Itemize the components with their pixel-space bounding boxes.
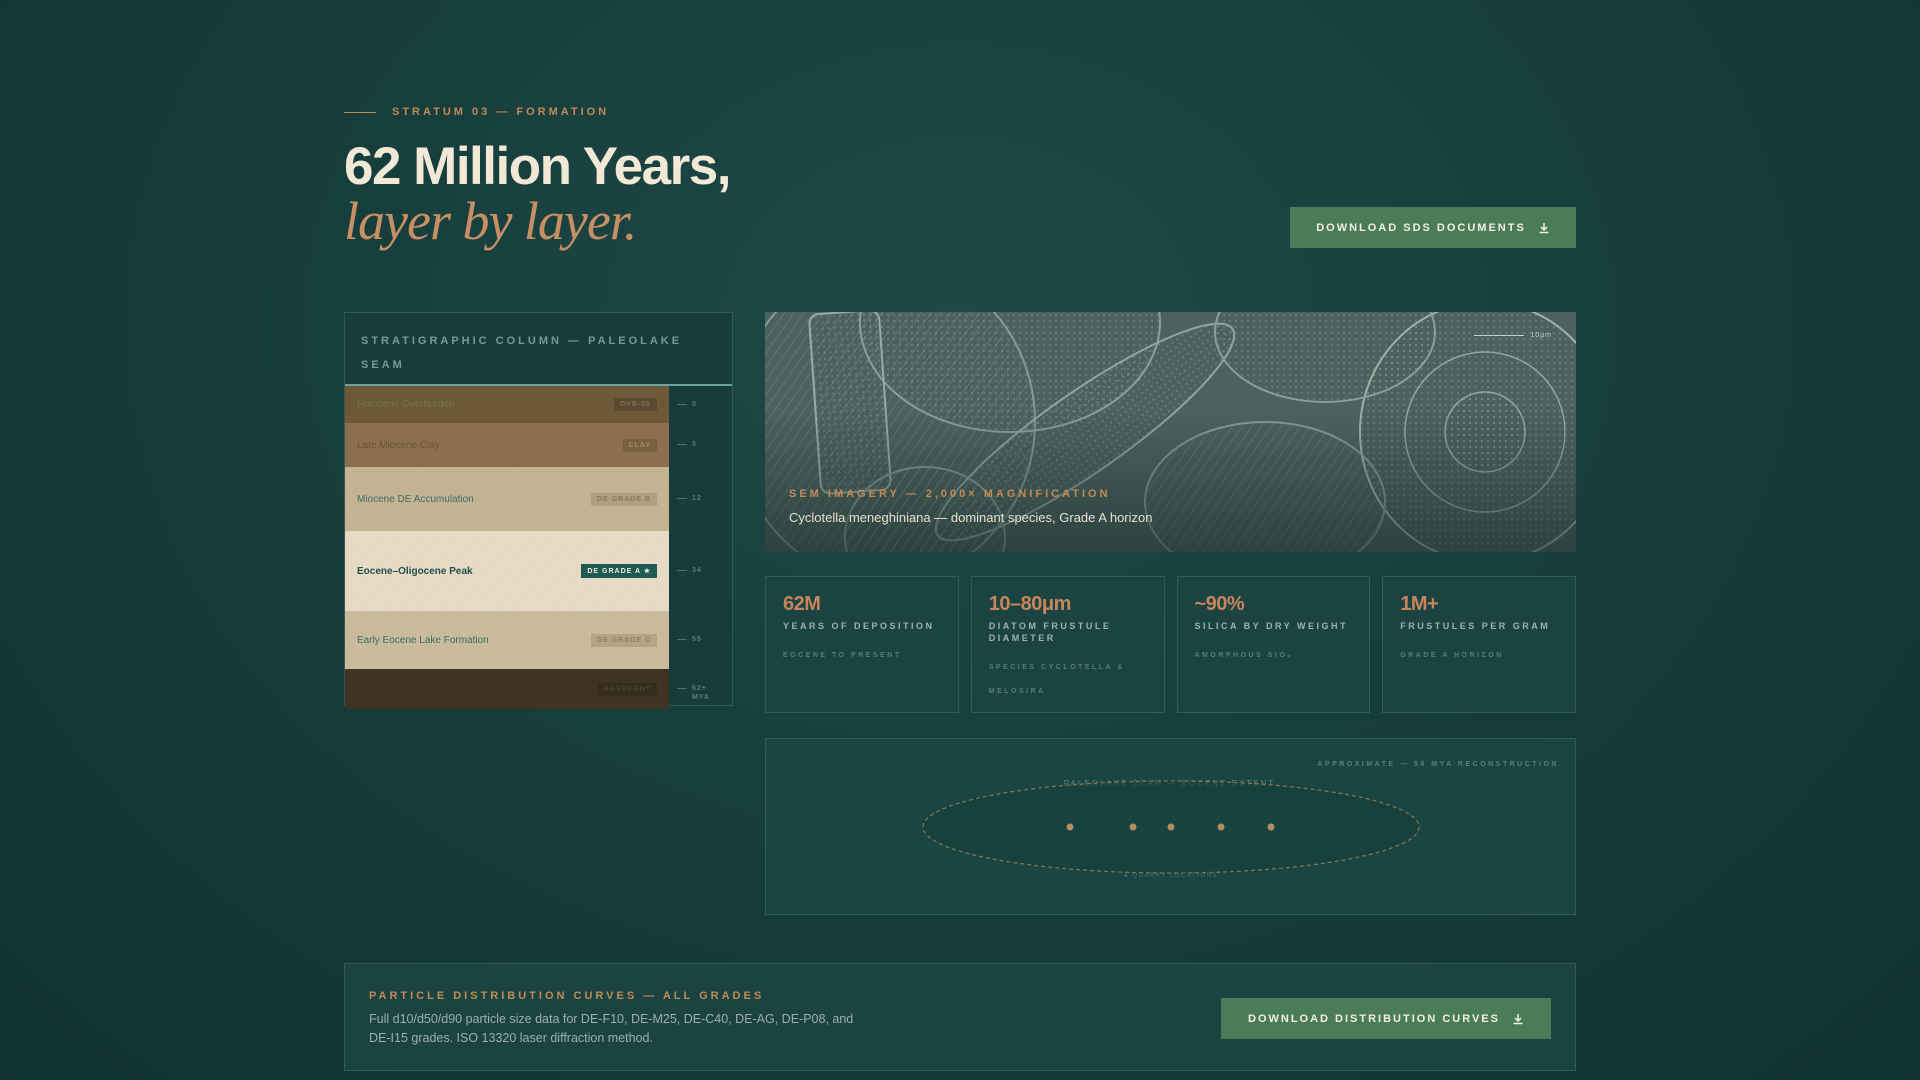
sem-image: 10μm SEM IMAGERY — 2,000× MAGNIFICATION … (765, 312, 1576, 552)
strat-layer-name: Eocene–Oligocene Peak (357, 565, 473, 577)
strat-layer-name: Early Eocene Lake Formation (357, 634, 489, 646)
page: STRATUM 03 — FORMATION 62 Million Years,… (344, 0, 1576, 1080)
eyebrow-rule (344, 111, 376, 113)
stat-value: 1M+ (1400, 593, 1439, 615)
strat-layer-tag: OVB-00 (613, 398, 657, 411)
strat-tick: 5 (677, 440, 697, 449)
strat-layer-tag: DE GRADE B (591, 492, 657, 506)
strat-tick: 34 (677, 566, 702, 575)
strat-tick: 12 (677, 494, 702, 503)
stat-label: FRUSTULES PER GRAM (1400, 621, 1551, 631)
scale-bar-line (1474, 335, 1525, 336)
download-icon (1539, 222, 1549, 233)
sem-caption: Cyclotella meneghiniana — dominant speci… (789, 510, 1153, 525)
strat-layer-tag: DE GRADE C (591, 633, 657, 647)
stat-label: DIATOM FRUSTULE DIAMETER (988, 621, 1112, 643)
download-curves-button[interactable]: DOWNLOAD DISTRIBUTION CURVES (1221, 998, 1551, 1039)
strat-layer-name: Late Miocene Clay (357, 439, 440, 451)
strat-layer-name: Holocene Overburden (357, 399, 455, 410)
strat-layer-tag: BASEMENT (597, 682, 657, 696)
strat-tick: 0 (677, 400, 697, 409)
download-sds-label: DOWNLOAD SDS DOCUMENTS (1316, 221, 1526, 234)
quarry-marker (1129, 823, 1137, 831)
banner-text: Full d10/d50/d90 particle size data for … (369, 1012, 854, 1045)
stat-card: ~90% SILICA BY DRY WEIGHT AMORPHOUS SIO₂ (1176, 576, 1371, 713)
strat-title: STRATIGRAPHIC COLUMN — PALEOLAKE SEAM (345, 313, 732, 386)
stat-card: 1M+ FRUSTULES PER GRAM GRADE A HORIZON (1382, 576, 1576, 713)
strat-layer: Early Eocene Lake Formation DE GRADE C (345, 611, 669, 669)
download-icon (1513, 1013, 1523, 1024)
stat-note: EOCENE TO PRESENT (783, 652, 902, 659)
quarry-marker (1066, 823, 1074, 831)
strat-layer-name: Basement Rock (357, 683, 428, 695)
strat-layer-tag: CLAY (622, 438, 657, 452)
stat-value: 10–80μm (988, 593, 1072, 615)
strat-tick: 62+ MYA (677, 684, 726, 702)
strat-layer: Miocene DE Accumulation DE GRADE B (345, 467, 669, 531)
stat-label: SILICA BY DRY WEIGHT (1194, 621, 1349, 631)
quarry-marker (1217, 823, 1225, 831)
stat-note: SPECIES CYCLOTELLA & MELOSIRA (988, 664, 1125, 695)
strat-layer: Late Miocene Clay CLAY (345, 423, 669, 467)
stat-card: 62M YEARS OF DEPOSITION EOCENE TO PRESEN… (765, 576, 959, 713)
stat-value: ~90% (1194, 593, 1245, 615)
quarry-marker (1267, 823, 1275, 831)
distribution-banner: PARTICLE DISTRIBUTION CURVES — ALL GRADE… (344, 963, 1576, 1071)
scale-bar-label: 10μm (1530, 332, 1552, 339)
strat-layers: Holocene Overburden OVB-00 Late Miocene Cl… (345, 386, 669, 709)
strat-layer: Basement Rock BASEMENT (345, 669, 669, 709)
paleolake-map: APPROXIMATE — 56 MYA RECONSTRUCTION PALE… (765, 738, 1576, 915)
strat-layer: Holocene Overburden OVB-00 (345, 386, 669, 423)
stat-card: 10–80μm DIATOM FRUSTULE DIAMETER SPECIES… (970, 576, 1165, 713)
strat-layer-tag: DE GRADE A ★ (581, 564, 657, 578)
lake-outline: ● QUARRY LOCATIONS (922, 780, 1420, 879)
stratigraphic-column: STRATIGRAPHIC COLUMN — PALEOLAKE SEAM Ho… (344, 312, 733, 709)
download-curves-label: DOWNLOAD DISTRIBUTION CURVES (1248, 1012, 1500, 1025)
scale-bar: 10μm (1474, 332, 1552, 339)
eyebrow: STRATUM 03 — FORMATION (344, 106, 609, 118)
stats-row: 62M YEARS OF DEPOSITION EOCENE TO PRESEN… (765, 576, 1576, 713)
sem-label: SEM IMAGERY — 2,000× MAGNIFICATION (789, 488, 1111, 500)
strat-layer-name: Miocene DE Accumulation (357, 493, 474, 505)
page-subtitle: layer by layer. (344, 191, 637, 251)
banner-title: PARTICLE DISTRIBUTION CURVES — ALL GRADE… (369, 990, 765, 1002)
strat-layer: Eocene–Oligocene Peak DE GRADE A ★ (345, 531, 669, 611)
stat-value: 62M (783, 593, 821, 615)
eyebrow-text: STRATUM 03 — FORMATION (392, 106, 610, 118)
stat-label: YEARS OF DEPOSITION (783, 621, 935, 631)
page-title: 62 Million Years, (344, 137, 731, 196)
quarry-legend: ● QUARRY LOCATIONS (1124, 873, 1218, 879)
strat-tick: 55 (677, 635, 702, 644)
stat-note: AMORPHOUS SIO₂ (1194, 652, 1293, 659)
download-sds-button[interactable]: DOWNLOAD SDS DOCUMENTS (1290, 207, 1576, 248)
stat-note: GRADE A HORIZON (1400, 652, 1504, 659)
quarry-marker (1167, 823, 1175, 831)
